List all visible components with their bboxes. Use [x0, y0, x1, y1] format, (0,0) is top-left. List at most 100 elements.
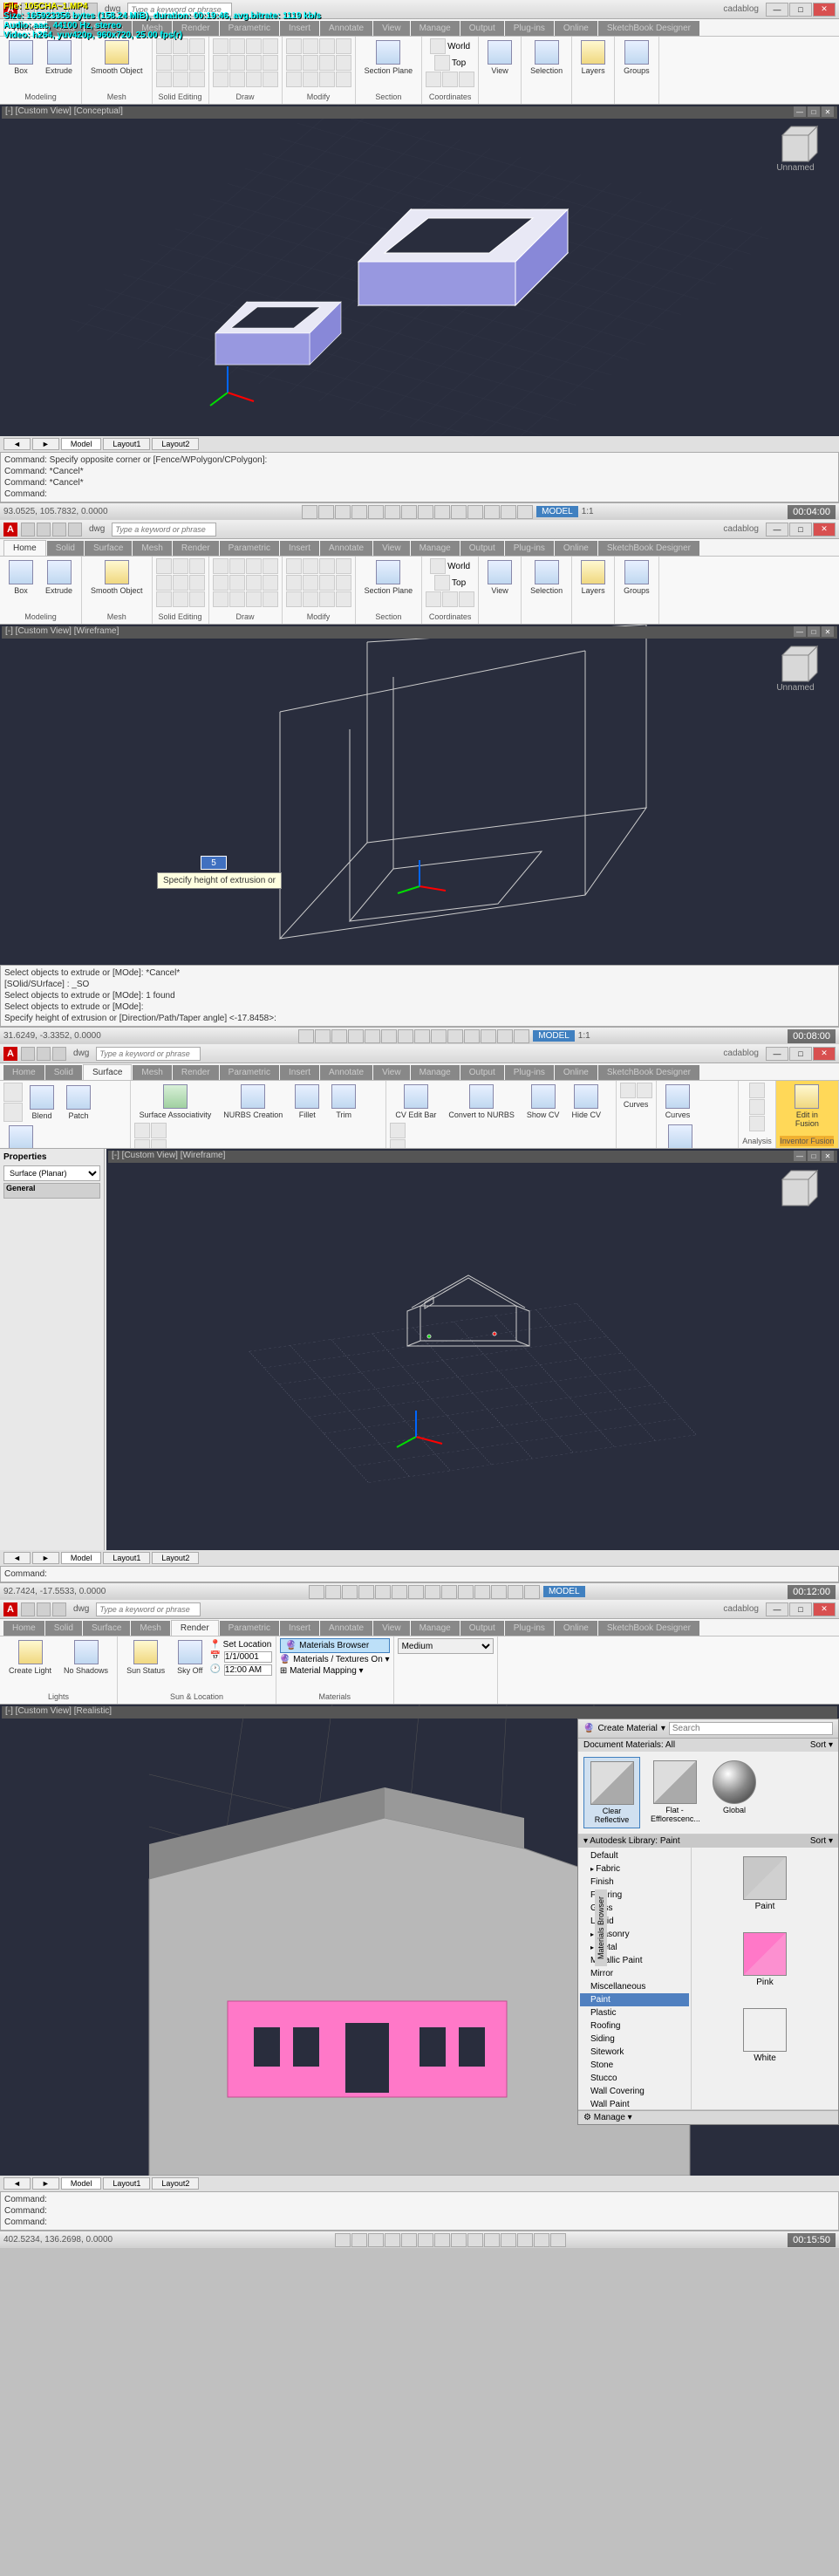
extrude-button[interactable]: Extrude — [40, 558, 78, 597]
category-item[interactable]: Stucco — [580, 2072, 689, 2085]
maximize-button[interactable]: □ — [789, 523, 812, 536]
modify-icon[interactable] — [336, 591, 351, 607]
smooth-object-button[interactable]: Smooth Object — [85, 38, 148, 77]
tab-online[interactable]: Online — [555, 1621, 597, 1636]
vp-close-icon[interactable]: ✕ — [822, 106, 834, 117]
status-toggle-icon[interactable] — [401, 505, 417, 519]
smooth-object-button[interactable]: Smooth Object — [85, 558, 148, 597]
modify-icon[interactable] — [303, 38, 318, 54]
status-toggle-icon[interactable] — [517, 505, 533, 519]
tab-sketchbook-designer[interactable]: SketchBook Designer — [598, 541, 699, 556]
status-toggle-icon[interactable] — [342, 1585, 358, 1599]
layout-tab-layout2[interactable]: Layout2 — [152, 2177, 199, 2190]
trim-button[interactable]: Trim — [326, 1083, 361, 1121]
vp-minimize-icon[interactable]: — — [794, 106, 806, 117]
scale-label[interactable]: 1:1 — [578, 1031, 590, 1041]
tab-manage[interactable]: Manage — [411, 541, 460, 556]
draw-icon[interactable] — [213, 591, 229, 607]
status-toggle-icon[interactable] — [484, 2233, 500, 2247]
box-button[interactable]: Box — [3, 38, 38, 77]
canvas-conceptual[interactable] — [0, 105, 839, 436]
tab-render[interactable]: Render — [171, 1620, 219, 1636]
command-area-1[interactable]: Command: Specify opposite corner or [Fen… — [0, 452, 839, 502]
vp-minimize-icon[interactable]: — — [794, 1151, 806, 1161]
section-plane-button[interactable]: Section Plane — [359, 38, 419, 77]
draw-icon[interactable] — [263, 558, 278, 574]
status-toggle-icon[interactable] — [534, 2233, 549, 2247]
close-button[interactable]: ✕ — [813, 1602, 836, 1616]
swatch-white[interactable]: White — [697, 2005, 833, 2067]
cv-icon[interactable] — [390, 1139, 406, 1149]
extrude-button[interactable]: Extrude — [40, 38, 78, 77]
viewcube-icon[interactable] — [769, 1166, 822, 1219]
status-toggle-icon[interactable] — [524, 1585, 540, 1599]
draw-icon[interactable] — [246, 575, 262, 591]
viewcube-icon[interactable]: Unnamed — [769, 642, 822, 694]
draw-icon[interactable] — [213, 72, 229, 87]
tab-annotate[interactable]: Annotate — [320, 1621, 372, 1636]
search-input[interactable] — [96, 1047, 201, 1061]
close-button[interactable]: ✕ — [813, 1047, 836, 1061]
status-toggle-icon[interactable] — [335, 2233, 351, 2247]
status-toggle-icon[interactable] — [318, 505, 334, 519]
qat-icon[interactable] — [52, 523, 66, 536]
tab-nav-icon[interactable]: ► — [32, 1552, 59, 1564]
materials-browser-button[interactable]: 🔮 Materials Browser — [280, 1638, 390, 1653]
convert-nurbs-button[interactable]: Convert to NURBS — [443, 1083, 520, 1121]
tab-plug-ins[interactable]: Plug-ins — [505, 1621, 554, 1636]
vp-minimize-icon[interactable]: — — [794, 626, 806, 637]
modify-icon[interactable] — [336, 558, 351, 574]
modify-icon[interactable] — [286, 591, 302, 607]
layers-button[interactable]: Layers — [576, 558, 610, 597]
time-input[interactable] — [224, 1664, 272, 1676]
qat-icon[interactable] — [37, 1047, 51, 1061]
tab-view[interactable]: View — [373, 1621, 410, 1636]
material-thumb[interactable]: Flat - Efflorescenc... — [647, 1757, 702, 1828]
tab-surface[interactable]: Surface — [85, 541, 132, 556]
viewport-label[interactable]: [-] [Custom View] [Wireframe] — [112, 1151, 225, 1163]
draw-icon[interactable] — [246, 558, 262, 574]
layout-tab-model[interactable]: Model — [61, 1552, 102, 1564]
surface-assoc-button[interactable]: Surface Associativity — [134, 1083, 217, 1121]
properties-type-combo[interactable]: Surface (Planar) — [3, 1165, 100, 1181]
status-toggle-icon[interactable] — [298, 1029, 314, 1043]
category-item[interactable]: Wall Paint — [580, 2098, 689, 2109]
status-toggle-icon[interactable] — [335, 505, 351, 519]
status-toggle-icon[interactable] — [501, 2233, 516, 2247]
material-mapping-button[interactable]: ⊞ Material Mapping ▾ — [280, 1666, 390, 1676]
coord-world[interactable]: World — [430, 38, 470, 54]
tab-home[interactable]: Home — [3, 1621, 44, 1636]
tab-mesh[interactable]: Mesh — [131, 1621, 169, 1636]
tab-render[interactable]: Render — [173, 541, 219, 556]
coord-world[interactable]: World — [430, 558, 470, 574]
tab-mesh[interactable]: Mesh — [133, 1065, 171, 1080]
tab-solid[interactable]: Solid — [45, 1621, 82, 1636]
selection-button[interactable]: Selection — [525, 558, 568, 597]
curve-icon[interactable] — [637, 1083, 652, 1098]
view-button[interactable]: View — [482, 38, 517, 77]
tab-nav-icon[interactable]: ► — [32, 2177, 59, 2190]
solid-edit-icon[interactable] — [189, 558, 205, 574]
status-toggle-icon[interactable] — [408, 1585, 424, 1599]
coord-top[interactable]: Top — [434, 55, 466, 71]
swatch-pink[interactable]: Pink — [697, 1929, 833, 1991]
draw-icon[interactable] — [229, 72, 245, 87]
status-toggle-icon[interactable] — [451, 505, 467, 519]
viewport-label[interactable]: [-] [Custom View] [Realistic] — [5, 1706, 112, 1718]
minimize-button[interactable]: — — [766, 3, 788, 17]
status-toggle-icon[interactable] — [481, 1029, 496, 1043]
qat-icon[interactable] — [68, 523, 82, 536]
viewcube-icon[interactable]: Unnamed — [769, 122, 822, 174]
modify-icon[interactable] — [303, 72, 318, 87]
category-item[interactable]: Sitework — [580, 2046, 689, 2059]
search-input[interactable] — [96, 1602, 201, 1616]
solid-edit-icon[interactable] — [173, 72, 188, 87]
modify-icon[interactable] — [286, 558, 302, 574]
selection-button[interactable]: Selection — [525, 38, 568, 77]
status-toggle-icon[interactable] — [365, 1029, 380, 1043]
minimize-button[interactable]: — — [766, 523, 788, 536]
create-light-button[interactable]: Create Light — [3, 1638, 57, 1677]
category-item[interactable]: Finish — [580, 1876, 689, 1889]
sky-off-button[interactable]: Sky Off — [172, 1638, 208, 1677]
tab-view[interactable]: View — [373, 1065, 410, 1080]
